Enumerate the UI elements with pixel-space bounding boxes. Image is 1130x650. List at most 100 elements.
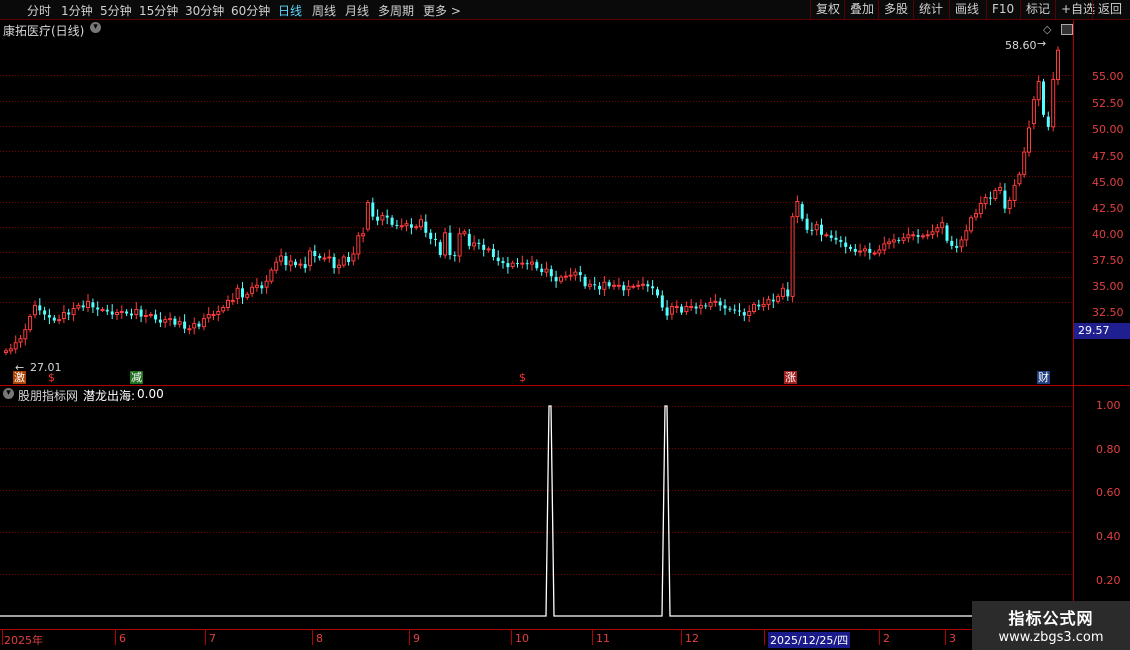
marker-tag[interactable]: 财 xyxy=(1037,371,1050,384)
watermark-url: www.zbgs3.com xyxy=(998,630,1104,645)
candle-body xyxy=(110,311,114,315)
candle-body xyxy=(38,305,42,311)
candlestick-series xyxy=(4,46,1060,356)
sub-y-tick-label: 0.80 xyxy=(1096,443,1121,456)
panel-toggle-icon[interactable] xyxy=(1061,24,1073,35)
period-tab-more[interactable]: 更多 > xyxy=(423,2,461,19)
candle-body xyxy=(332,257,336,269)
candle-body xyxy=(1031,99,1036,125)
candle-body xyxy=(192,323,197,329)
candle-body xyxy=(506,263,510,268)
candle-body xyxy=(187,328,192,331)
marker-tag[interactable]: $ xyxy=(47,371,56,384)
marker-tag[interactable]: 激 xyxy=(13,371,26,384)
candle-body xyxy=(154,314,158,320)
candle-body xyxy=(274,261,279,271)
candle-body xyxy=(525,263,529,265)
period-tab-monthly[interactable]: 月线 xyxy=(345,2,369,19)
candle-body xyxy=(177,321,182,325)
period-tab-30min[interactable]: 30分钟 xyxy=(185,2,224,19)
candle-body xyxy=(250,286,255,294)
candle-body xyxy=(33,304,37,316)
candle-body xyxy=(395,224,399,226)
candle-body xyxy=(641,283,645,286)
candle-body xyxy=(814,224,819,231)
candle-body xyxy=(757,304,761,307)
mark-button[interactable]: 标记 xyxy=(1020,0,1055,19)
candle-body xyxy=(776,295,781,302)
candle-body xyxy=(544,268,549,273)
candle-body xyxy=(964,230,969,241)
candle-body xyxy=(288,260,293,266)
candle-body xyxy=(448,232,452,255)
candle-body xyxy=(399,225,404,228)
candle-body xyxy=(139,309,143,317)
period-tab-15min[interactable]: 15分钟 xyxy=(139,2,178,19)
period-tab-5min[interactable]: 5分钟 xyxy=(100,2,132,19)
candle-body xyxy=(978,203,983,215)
candle-body xyxy=(298,263,303,266)
candle-body xyxy=(800,204,804,219)
period-tab-1min[interactable]: 1分钟 xyxy=(61,2,93,19)
x-tick-label: 12 xyxy=(685,632,699,645)
statistics-button[interactable]: 统计 xyxy=(913,0,951,19)
candle-body xyxy=(105,309,109,312)
candle-body xyxy=(245,293,250,298)
period-tab-intraday[interactable]: 分时 xyxy=(27,2,51,19)
candle-body xyxy=(390,217,394,225)
candle-body xyxy=(201,318,206,328)
draw-line-button[interactable]: 画线 xyxy=(949,0,985,19)
candle-body xyxy=(660,295,664,308)
candle-body xyxy=(57,319,62,322)
candle-body xyxy=(143,315,148,317)
period-tab-daily[interactable]: 日线 xyxy=(278,2,302,19)
candle-body xyxy=(656,289,659,296)
candle-body xyxy=(279,255,284,262)
overlay-button[interactable]: 叠加 xyxy=(844,0,882,19)
candle-body xyxy=(549,269,553,277)
period-tab-weekly[interactable]: 周线 xyxy=(312,2,336,19)
period-tab-60min[interactable]: 60分钟 xyxy=(231,2,270,19)
marker-tag[interactable]: $ xyxy=(518,371,527,384)
diamond-icon[interactable]: ◇ xyxy=(1043,23,1051,36)
candle-body xyxy=(211,314,216,316)
period-toolbar: 分时 1分钟 5分钟 15分钟 30分钟 60分钟 日线 周线 月线 多周期 更… xyxy=(0,0,1130,20)
candle-body xyxy=(96,307,100,310)
adjust-button[interactable]: 复权 xyxy=(810,0,848,19)
multi-stock-button[interactable]: 多股 xyxy=(878,0,916,19)
candle-body xyxy=(163,319,168,323)
candle-body xyxy=(308,250,312,267)
candle-body xyxy=(284,256,288,266)
candle-body xyxy=(168,318,173,321)
chevron-down-icon[interactable]: ▾ xyxy=(90,22,101,33)
candle-body xyxy=(28,316,33,331)
marker-tag[interactable]: 涨 xyxy=(784,371,797,384)
candle-body xyxy=(950,240,954,246)
candle-body xyxy=(844,242,848,247)
candle-body xyxy=(578,272,582,276)
indicator-line xyxy=(0,405,1073,617)
candle-body xyxy=(361,233,366,237)
candle-body xyxy=(119,311,124,313)
add-watchlist-button[interactable]: +自选 xyxy=(1055,0,1095,19)
f10-button[interactable]: F10 xyxy=(986,0,1020,19)
candle-body xyxy=(901,237,906,241)
candle-body xyxy=(718,301,722,306)
x-tick-label: 2 xyxy=(883,632,890,645)
candle-body xyxy=(983,197,988,205)
candle-body xyxy=(241,288,244,298)
candle-body xyxy=(347,257,351,262)
candle-body xyxy=(318,256,322,258)
candle-body xyxy=(269,269,274,282)
candle-body xyxy=(916,235,920,237)
marker-tag[interactable]: 减 xyxy=(130,371,143,384)
back-button[interactable]: 返回 xyxy=(1092,0,1130,19)
indicator-menu-icon[interactable]: ▾ xyxy=(3,388,14,399)
candle-body xyxy=(689,306,694,308)
candle-body xyxy=(698,304,703,309)
x-tick-label: 7 xyxy=(209,632,216,645)
candle-body xyxy=(501,261,505,264)
x-tick-label: 6 xyxy=(119,632,126,645)
candle-body xyxy=(356,235,361,255)
period-tab-multi[interactable]: 多周期 xyxy=(378,2,414,19)
